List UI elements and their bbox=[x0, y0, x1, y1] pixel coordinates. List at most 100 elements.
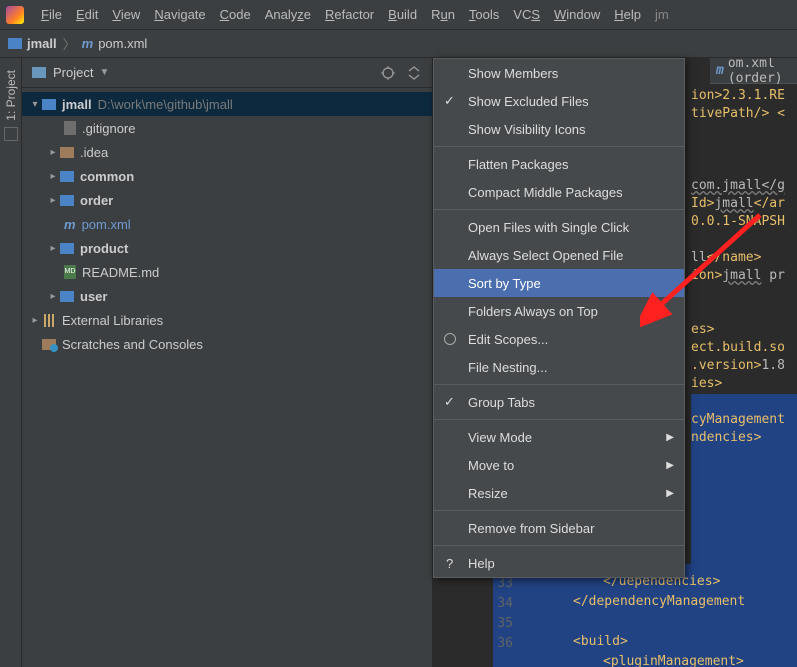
menu-refactor[interactable]: Refactor bbox=[318, 0, 381, 30]
code-text: ion>2.3.1.RE bbox=[691, 88, 785, 103]
gutter-line-36: 36 bbox=[483, 636, 513, 651]
project-panel-title[interactable]: Project bbox=[53, 65, 93, 80]
tool-window-bar-left: 1: Project bbox=[0, 58, 22, 667]
tree-item-product[interactable]: ▸product bbox=[22, 236, 432, 260]
menu-always-select[interactable]: Always Select Opened File bbox=[434, 241, 684, 269]
check-icon: ✓ bbox=[444, 394, 455, 410]
check-icon: ✓ bbox=[444, 93, 455, 109]
collapse-icon[interactable] bbox=[406, 65, 422, 81]
library-icon bbox=[42, 314, 56, 327]
project-panel: Project ▼ ▾ jmall D:\work\me\github\jmal… bbox=[22, 58, 433, 667]
menu-separator bbox=[434, 510, 684, 511]
gutter-line-34: 34 bbox=[483, 596, 513, 611]
breadcrumb-sep-icon: 〉 bbox=[63, 34, 76, 53]
module-icon bbox=[60, 195, 74, 206]
menu-separator bbox=[434, 384, 684, 385]
menu-file-nesting[interactable]: File Nesting... bbox=[434, 353, 684, 381]
tree-root[interactable]: ▾ jmall D:\work\me\github\jmall bbox=[22, 92, 432, 116]
menu-run[interactable]: Run bbox=[424, 0, 462, 30]
code-text: com.jmall</g bbox=[691, 178, 785, 193]
breadcrumb: jmall 〉 m pom.xml bbox=[0, 30, 797, 58]
menu-view-mode[interactable]: View Mode▶ bbox=[434, 423, 684, 451]
code-text: 0.0.1-SNAPSH bbox=[691, 214, 797, 232]
menu-separator bbox=[434, 419, 684, 420]
code-text: ect.build.so bbox=[691, 340, 785, 355]
submenu-arrow-icon: ▶ bbox=[666, 432, 674, 443]
breadcrumb-file[interactable]: pom.xml bbox=[98, 36, 147, 51]
menu-edit-scopes[interactable]: Edit Scopes... bbox=[434, 325, 684, 353]
maven-icon: m bbox=[82, 36, 94, 51]
main-menu-bar: File Edit View Navigate Code Analyze Ref… bbox=[0, 0, 797, 30]
tree-item-order[interactable]: ▸order bbox=[22, 188, 432, 212]
app-logo-icon bbox=[6, 6, 24, 24]
project-panel-header: Project ▼ bbox=[22, 58, 432, 88]
expand-arrow-icon[interactable]: ▾ bbox=[28, 99, 42, 110]
code-text: </dependencyManagement bbox=[573, 594, 797, 612]
tree-item-idea[interactable]: ▸.idea bbox=[22, 140, 432, 164]
menu-view[interactable]: View bbox=[105, 0, 147, 30]
menu-tools[interactable]: Tools bbox=[462, 0, 506, 30]
menu-edit[interactable]: Edit bbox=[69, 0, 105, 30]
menu-code[interactable]: Code bbox=[213, 0, 258, 30]
menu-folders-top[interactable]: Folders Always on Top bbox=[434, 297, 684, 325]
code-text: es> bbox=[691, 322, 797, 340]
menu-show-members[interactable]: Show Members bbox=[434, 59, 684, 87]
radio-icon bbox=[444, 333, 456, 345]
structure-tool-button[interactable] bbox=[4, 127, 18, 141]
menu-sort-by-type[interactable]: Sort by Type bbox=[434, 269, 684, 297]
menu-show-excluded[interactable]: ✓Show Excluded Files bbox=[434, 87, 684, 115]
scratch-icon bbox=[42, 339, 56, 350]
code-text: ies> bbox=[691, 376, 797, 394]
breadcrumb-project[interactable]: jmall bbox=[27, 36, 57, 51]
project-icon bbox=[32, 67, 46, 78]
module-icon bbox=[42, 99, 56, 110]
tree-root-label: jmall bbox=[62, 97, 92, 112]
menu-vcs[interactable]: VCS bbox=[506, 0, 547, 30]
menu-move-to[interactable]: Move to▶ bbox=[434, 451, 684, 479]
code-text: tivePath/> < bbox=[691, 106, 785, 121]
menu-navigate[interactable]: Navigate bbox=[147, 0, 212, 30]
tree-item-pom[interactable]: mpom.xml bbox=[22, 212, 432, 236]
tree-item-common[interactable]: ▸common bbox=[22, 164, 432, 188]
maven-icon: m bbox=[64, 217, 76, 232]
gutter-line-35: 35 bbox=[483, 616, 513, 631]
menu-show-visibility[interactable]: Show Visibility Icons bbox=[434, 115, 684, 143]
menu-remove-sidebar[interactable]: Remove from Sidebar bbox=[434, 514, 684, 542]
menu-single-click[interactable]: Open Files with Single Click bbox=[434, 213, 684, 241]
editor-tab-label: om.xml (order) bbox=[728, 58, 797, 86]
folder-icon bbox=[60, 147, 74, 158]
help-icon: ? bbox=[446, 556, 453, 571]
menu-group-tabs[interactable]: ✓Group Tabs bbox=[434, 388, 684, 416]
menu-separator bbox=[434, 545, 684, 546]
menu-file[interactable]: File bbox=[34, 0, 69, 30]
project-tool-button[interactable]: 1: Project bbox=[4, 70, 18, 121]
gutter-line-33: 33 bbox=[483, 576, 513, 591]
menu-analyze[interactable]: Analyze bbox=[258, 0, 318, 30]
code-text: <pluginManagement> bbox=[603, 654, 797, 667]
submenu-arrow-icon: ▶ bbox=[666, 460, 674, 471]
menu-build[interactable]: Build bbox=[381, 0, 424, 30]
markdown-icon: MD bbox=[64, 265, 76, 279]
file-icon bbox=[64, 121, 76, 135]
collapse-arrow-icon[interactable]: ▸ bbox=[46, 147, 60, 158]
menu-separator bbox=[434, 209, 684, 210]
menu-window[interactable]: Window bbox=[547, 0, 607, 30]
tree-item-user[interactable]: ▸user bbox=[22, 284, 432, 308]
menu-help[interactable]: Help bbox=[607, 0, 648, 30]
editor-tab[interactable]: mom.xml (order) bbox=[710, 58, 797, 84]
tree-external-libraries[interactable]: ▸External Libraries bbox=[22, 308, 432, 332]
menu-extra[interactable]: jm bbox=[648, 0, 676, 30]
menu-flatten[interactable]: Flatten Packages bbox=[434, 150, 684, 178]
menu-resize[interactable]: Resize▶ bbox=[434, 479, 684, 507]
submenu-arrow-icon: ▶ bbox=[666, 488, 674, 499]
menu-help[interactable]: ?Help bbox=[434, 549, 684, 577]
tree-item-gitignore[interactable]: .gitignore bbox=[22, 116, 432, 140]
project-tree[interactable]: ▾ jmall D:\work\me\github\jmall .gitigno… bbox=[22, 88, 432, 667]
tree-scratches[interactable]: Scratches and Consoles bbox=[22, 332, 432, 356]
tree-item-readme[interactable]: MDREADME.md bbox=[22, 260, 432, 284]
code-text: ndencies> bbox=[691, 430, 797, 448]
chevron-down-icon[interactable]: ▼ bbox=[99, 67, 109, 78]
menu-compact[interactable]: Compact Middle Packages bbox=[434, 178, 684, 206]
module-icon bbox=[60, 243, 74, 254]
locate-icon[interactable] bbox=[380, 65, 396, 81]
